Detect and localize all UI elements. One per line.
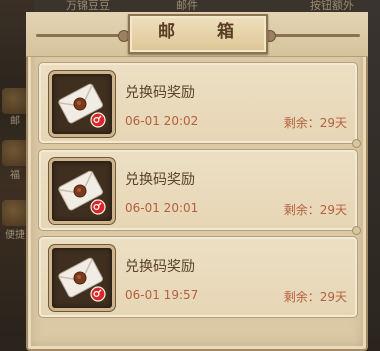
divider-ornament: [352, 226, 361, 235]
mail-icon-frame: [49, 158, 115, 224]
envelope-icon: [58, 257, 106, 302]
badge-icon: [90, 286, 106, 302]
mail-remaining: 剩余：29天: [283, 116, 347, 130]
mail-item[interactable]: 兑换码奖励 06-01 19:57 剩余：29天: [38, 236, 358, 318]
mail-date: 06-01 20:01: [125, 201, 199, 215]
mail-date: 06-01 19:57: [125, 288, 199, 302]
envelope-icon: [58, 170, 106, 215]
badge-icon: [90, 112, 106, 128]
mail-icon-frame: [49, 71, 115, 137]
title-rod-right: [264, 34, 360, 37]
title-rod-left: [36, 34, 128, 37]
envelope-icon: [58, 83, 106, 128]
divider-ornament: [352, 139, 361, 148]
mail-item[interactable]: 兑换码奖励 06-01 20:02 剩余：29天: [38, 62, 361, 148]
mail-title: 兑换码奖励: [125, 85, 195, 101]
window-title: 邮 箱: [158, 22, 252, 42]
background-top-bar: 万锦豆豆 邮件 按钮额外: [0, 0, 380, 12]
mail-remaining: 剩余：29天: [283, 203, 347, 217]
mail-date: 06-01 20:02: [125, 114, 199, 128]
mail-title: 兑换码奖励: [125, 172, 195, 188]
mail-title: 兑换码奖励: [125, 259, 195, 275]
mail-icon-frame: [49, 245, 115, 311]
mail-list: 兑换码奖励 06-01 20:02 剩余：29天 兑换码奖励 06-01 20:…: [38, 62, 361, 323]
badge-icon: [90, 199, 106, 215]
mail-item[interactable]: 兑换码奖励 06-01 20:01 剩余：29天: [38, 149, 361, 235]
mail-remaining: 剩余：29天: [283, 290, 347, 304]
